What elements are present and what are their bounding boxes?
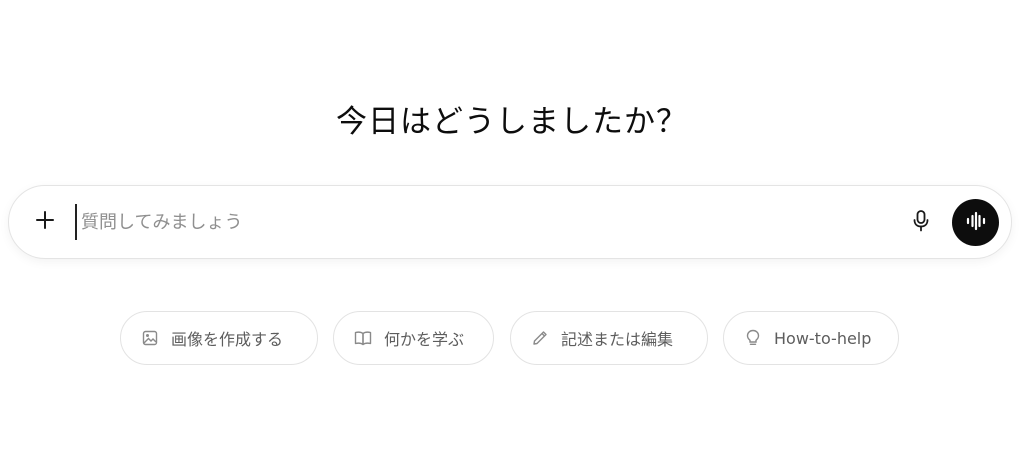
voice-waveform-icon	[965, 211, 987, 235]
suggestion-label: 何かを学ぶ	[384, 330, 465, 349]
suggestion-label: How-to-help	[774, 328, 872, 348]
lightbulb-icon	[744, 329, 762, 347]
image-icon	[141, 329, 159, 347]
suggestion-write-edit[interactable]: 記述または編集	[510, 311, 708, 365]
page-title: 今日はどうしましたか？	[336, 103, 688, 140]
suggestion-label: 記述または編集	[561, 330, 674, 349]
pencil-icon	[531, 329, 549, 347]
suggestion-create-image[interactable]: 画像を作成する	[120, 311, 318, 365]
attach-button[interactable]	[31, 208, 59, 236]
suggestion-learn[interactable]: 何かを学ぶ	[333, 311, 494, 365]
prompt-input[interactable]	[75, 204, 881, 240]
prompt-composer	[8, 185, 1012, 259]
dictate-button[interactable]	[907, 208, 935, 238]
suggestion-how-to-help[interactable]: How-to-help	[723, 311, 899, 365]
suggestion-chips: 画像を作成する 何かを学ぶ 記述または編集 How-to-help	[0, 311, 1024, 366]
microphone-icon	[911, 209, 931, 237]
suggestion-label: 画像を作成する	[171, 330, 284, 349]
open-book-icon	[354, 329, 372, 347]
chat-home: 今日はどうしましたか？ 質問してみましょう 画像を作成する 何かを学ぶ 記述また…	[0, 0, 1024, 458]
voice-mode-button[interactable]	[952, 199, 999, 246]
plus-icon	[34, 209, 56, 235]
